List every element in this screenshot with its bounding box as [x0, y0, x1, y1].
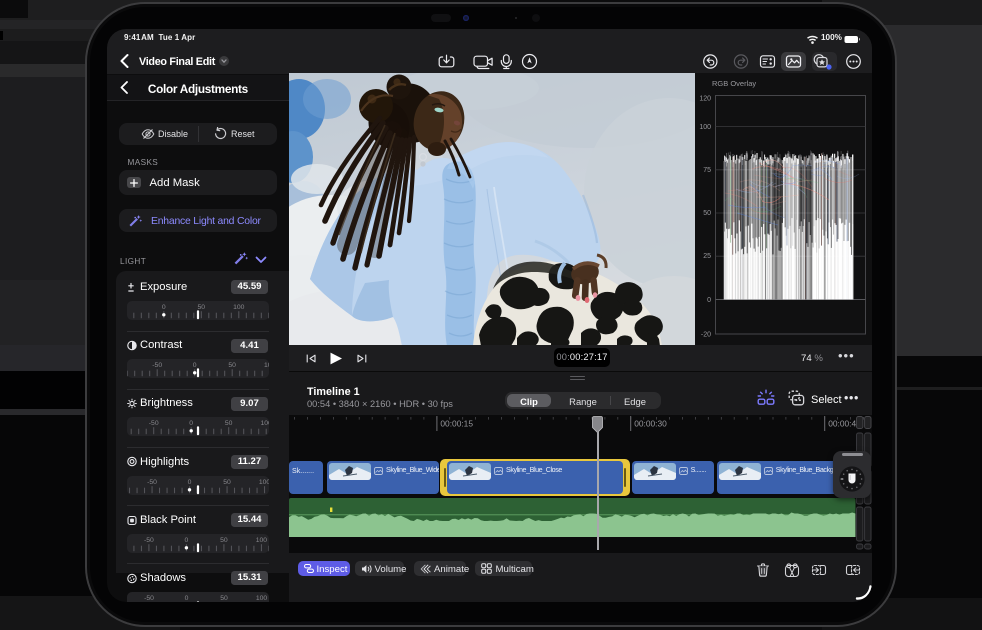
svg-text:50: 50: [703, 210, 711, 217]
svg-text:50: 50: [225, 420, 233, 427]
svg-text:-20: -20: [701, 331, 711, 338]
svg-text:50: 50: [220, 537, 228, 544]
svg-text:0: 0: [185, 595, 189, 602]
svg-text:50: 50: [198, 304, 206, 311]
svg-text:0: 0: [707, 297, 711, 304]
svg-text:50: 50: [223, 479, 231, 486]
svg-text:100: 100: [261, 420, 269, 427]
svg-text:-50: -50: [152, 362, 162, 369]
svg-text:50: 50: [220, 595, 228, 602]
svg-text:100: 100: [699, 124, 711, 131]
svg-text:100: 100: [264, 362, 269, 369]
svg-text:0: 0: [188, 479, 192, 486]
svg-text:75: 75: [703, 167, 711, 174]
svg-text:0: 0: [193, 362, 197, 369]
svg-text:100: 100: [256, 537, 268, 544]
svg-text:100: 100: [259, 479, 269, 486]
svg-text:25: 25: [703, 253, 711, 260]
svg-text:RGB Overlay: RGB Overlay: [712, 79, 756, 88]
svg-text:50: 50: [228, 362, 236, 369]
svg-text:100: 100: [233, 304, 245, 311]
svg-text:-50: -50: [144, 537, 154, 544]
svg-text:0: 0: [189, 420, 193, 427]
svg-text:0: 0: [185, 537, 189, 544]
svg-text:0: 0: [162, 304, 166, 311]
svg-text:-50: -50: [144, 595, 154, 602]
svg-text:-50: -50: [147, 479, 157, 486]
svg-text:00:00:15: 00:00:15: [440, 419, 473, 429]
svg-text:100: 100: [256, 595, 268, 602]
svg-text:-50: -50: [149, 420, 159, 427]
svg-text:120: 120: [699, 95, 711, 102]
svg-text:00:00:30: 00:00:30: [634, 419, 667, 429]
